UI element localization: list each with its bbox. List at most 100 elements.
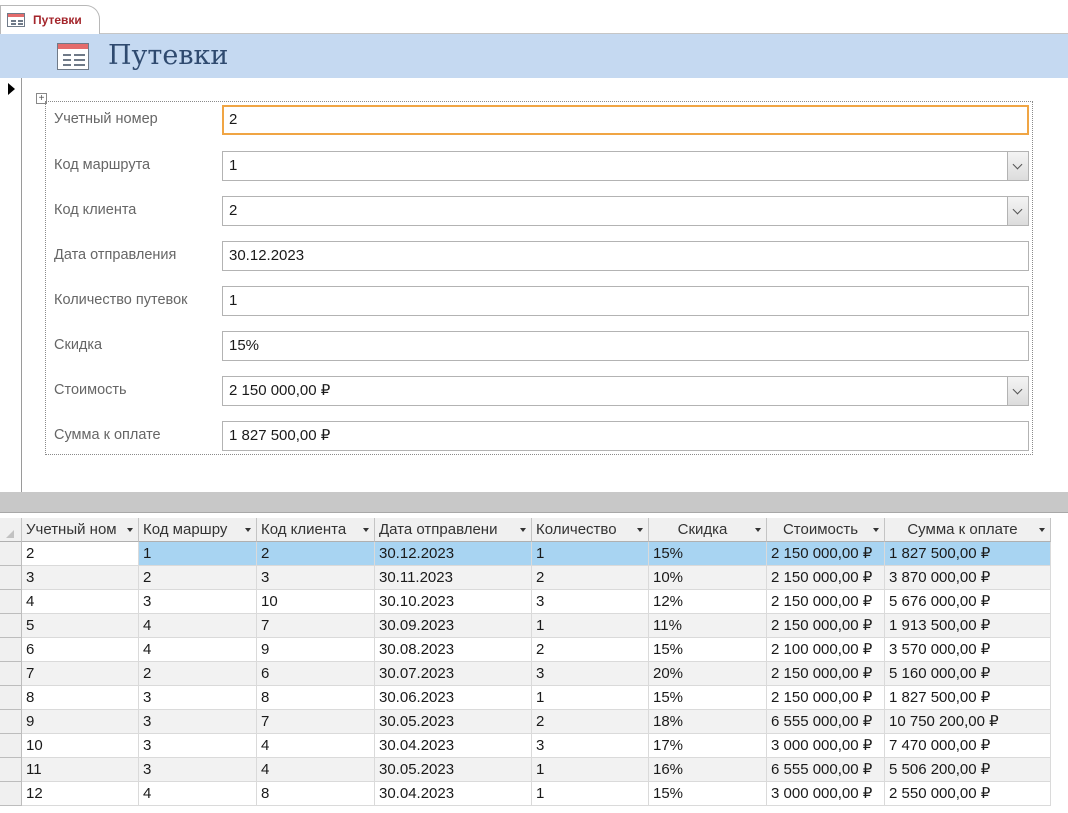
table-cell[interactable]: 3 bbox=[139, 710, 257, 734]
filter-dropdown-icon[interactable] bbox=[520, 528, 526, 532]
table-cell[interactable]: 3 bbox=[139, 758, 257, 782]
table-cell[interactable]: 8 bbox=[257, 782, 375, 806]
filter-dropdown-icon[interactable] bbox=[755, 528, 761, 532]
table-row[interactable]: 4 3 10 30.10.2023 3 12% 2 150 000,00 ₽5 676 00… bbox=[0, 590, 1068, 614]
column-header[interactable]: Код клиента bbox=[257, 518, 375, 542]
table-cell[interactable]: 2 550 000,00 ₽ bbox=[885, 782, 1051, 806]
chevron-down-icon[interactable] bbox=[1007, 377, 1028, 405]
filter-dropdown-icon[interactable] bbox=[245, 528, 251, 532]
table-cell[interactable]: 30.11.2023 bbox=[375, 566, 532, 590]
table-cell[interactable]: 1 bbox=[532, 614, 649, 638]
table-cell[interactable]: 30.12.2023 bbox=[375, 542, 532, 566]
split-form-splitter[interactable] bbox=[0, 492, 1068, 513]
table-cell[interactable]: 2 bbox=[139, 662, 257, 686]
table-cell[interactable]: 2 bbox=[139, 566, 257, 590]
chevron-down-icon[interactable] bbox=[1007, 197, 1028, 225]
table-row[interactable]: 9 3 7 30.05.2023 2 18% 6 555 000,00 ₽10 750 20… bbox=[0, 710, 1068, 734]
table-cell[interactable]: 2 150 000,00 ₽ bbox=[767, 566, 885, 590]
column-header[interactable]: Количество bbox=[532, 518, 649, 542]
text-field[interactable]: 2 bbox=[222, 105, 1029, 135]
row-selector[interactable] bbox=[0, 710, 22, 734]
table-cell[interactable]: 6 555 000,00 ₽ bbox=[767, 758, 885, 782]
table-cell[interactable]: 2 150 000,00 ₽ bbox=[767, 590, 885, 614]
table-cell[interactable]: 11% bbox=[649, 614, 767, 638]
table-row[interactable]: 5 4 7 30.09.2023 1 11% 2 150 000,00 ₽1 913 500… bbox=[0, 614, 1068, 638]
table-cell[interactable]: 4 bbox=[22, 590, 139, 614]
table-cell[interactable]: 30.06.2023 bbox=[375, 686, 532, 710]
row-selector[interactable] bbox=[0, 782, 22, 806]
table-cell[interactable]: 4 bbox=[139, 638, 257, 662]
table-cell[interactable]: 10% bbox=[649, 566, 767, 590]
table-cell[interactable]: 30.08.2023 bbox=[375, 638, 532, 662]
table-cell[interactable]: 15% bbox=[649, 638, 767, 662]
table-cell[interactable]: 20% bbox=[649, 662, 767, 686]
combo-box[interactable]: 2 150 000,00 ₽ bbox=[222, 376, 1029, 406]
table-cell[interactable]: 4 bbox=[139, 614, 257, 638]
row-selector[interactable] bbox=[0, 566, 22, 590]
table-cell[interactable]: 7 470 000,00 ₽ bbox=[885, 734, 1051, 758]
row-selector[interactable] bbox=[0, 638, 22, 662]
table-cell[interactable]: 1 bbox=[532, 782, 649, 806]
column-header[interactable]: Учетный ном bbox=[22, 518, 139, 542]
table-cell[interactable]: 3 bbox=[139, 734, 257, 758]
table-cell[interactable]: 7 bbox=[257, 614, 375, 638]
table-cell[interactable]: 7 bbox=[257, 710, 375, 734]
table-cell[interactable]: 15% bbox=[649, 542, 767, 566]
table-cell[interactable]: 2 100 000,00 ₽ bbox=[767, 638, 885, 662]
table-cell[interactable]: 1 913 500,00 ₽ bbox=[885, 614, 1051, 638]
table-cell[interactable]: 4 bbox=[257, 758, 375, 782]
table-row[interactable]: 3 2 3 30.11.2023 2 10% 2 150 000,00 ₽3 870 000… bbox=[0, 566, 1068, 590]
row-selector[interactable] bbox=[0, 734, 22, 758]
table-cell[interactable]: 5 160 000,00 ₽ bbox=[885, 662, 1051, 686]
table-cell[interactable]: 15% bbox=[649, 686, 767, 710]
document-tab-putevki[interactable]: Путевки bbox=[0, 5, 100, 34]
table-cell[interactable]: 30.04.2023 bbox=[375, 782, 532, 806]
table-cell[interactable]: 3 bbox=[532, 590, 649, 614]
table-cell[interactable]: 2 150 000,00 ₽ bbox=[767, 542, 885, 566]
table-cell[interactable]: 12 bbox=[22, 782, 139, 806]
table-row[interactable]: 7 2 6 30.07.2023 3 20% 2 150 000,00 ₽5 160 000… bbox=[0, 662, 1068, 686]
text-field[interactable]: 30.12.2023 bbox=[222, 241, 1029, 271]
text-field[interactable]: 1 bbox=[222, 286, 1029, 316]
table-cell[interactable]: 3 bbox=[139, 686, 257, 710]
table-cell[interactable]: 3 bbox=[257, 566, 375, 590]
table-cell[interactable]: 3 bbox=[532, 734, 649, 758]
table-cell[interactable]: 2 bbox=[257, 542, 375, 566]
table-row[interactable]: 10 3 4 30.04.2023 3 17% 3 000 000,00 ₽7 470 00… bbox=[0, 734, 1068, 758]
table-cell[interactable]: 3 000 000,00 ₽ bbox=[767, 734, 885, 758]
table-row[interactable]: 2 1 2 30.12.2023 1 15% 2 150 000,00 ₽1 827 500… bbox=[0, 542, 1068, 566]
table-cell[interactable]: 3 bbox=[139, 590, 257, 614]
table-cell[interactable]: 3 000 000,00 ₽ bbox=[767, 782, 885, 806]
table-cell[interactable]: 11 bbox=[22, 758, 139, 782]
select-all-button[interactable] bbox=[0, 518, 22, 542]
table-cell[interactable]: 5 506 200,00 ₽ bbox=[885, 758, 1051, 782]
column-header[interactable]: Код маршру bbox=[139, 518, 257, 542]
table-cell[interactable]: 2 150 000,00 ₽ bbox=[767, 662, 885, 686]
chevron-down-icon[interactable] bbox=[1007, 152, 1028, 180]
table-row[interactable]: 11 3 4 30.05.2023 1 16% 6 555 000,00 ₽5 506 20… bbox=[0, 758, 1068, 782]
table-cell[interactable]: 17% bbox=[649, 734, 767, 758]
row-selector[interactable] bbox=[0, 686, 22, 710]
filter-dropdown-icon[interactable] bbox=[1039, 528, 1045, 532]
table-row[interactable]: 6 4 9 30.08.2023 2 15% 2 100 000,00 ₽3 570 000… bbox=[0, 638, 1068, 662]
table-cell[interactable]: 30.09.2023 bbox=[375, 614, 532, 638]
row-selector[interactable] bbox=[0, 542, 22, 566]
text-field[interactable]: 15% bbox=[222, 331, 1029, 361]
table-cell[interactable]: 3 870 000,00 ₽ bbox=[885, 566, 1051, 590]
table-cell[interactable]: 1 bbox=[532, 686, 649, 710]
table-cell[interactable]: 4 bbox=[257, 734, 375, 758]
table-cell[interactable]: 10 750 200,00 ₽ bbox=[885, 710, 1051, 734]
table-cell[interactable]: 16% bbox=[649, 758, 767, 782]
table-cell[interactable]: 30.07.2023 bbox=[375, 662, 532, 686]
table-cell[interactable]: 1 bbox=[139, 542, 257, 566]
filter-dropdown-icon[interactable] bbox=[363, 528, 369, 532]
table-cell[interactable]: 2 bbox=[22, 542, 139, 566]
table-cell[interactable]: 30.10.2023 bbox=[375, 590, 532, 614]
table-cell[interactable]: 12% bbox=[649, 590, 767, 614]
table-cell[interactable]: 5 676 000,00 ₽ bbox=[885, 590, 1051, 614]
table-cell[interactable]: 6 bbox=[22, 638, 139, 662]
table-row[interactable]: 12 4 8 30.04.2023 1 15% 3 000 000,00 ₽2 550 00… bbox=[0, 782, 1068, 806]
filter-dropdown-icon[interactable] bbox=[637, 528, 643, 532]
column-header[interactable]: Скидка bbox=[649, 518, 767, 542]
column-header[interactable]: Стоимость bbox=[767, 518, 885, 542]
